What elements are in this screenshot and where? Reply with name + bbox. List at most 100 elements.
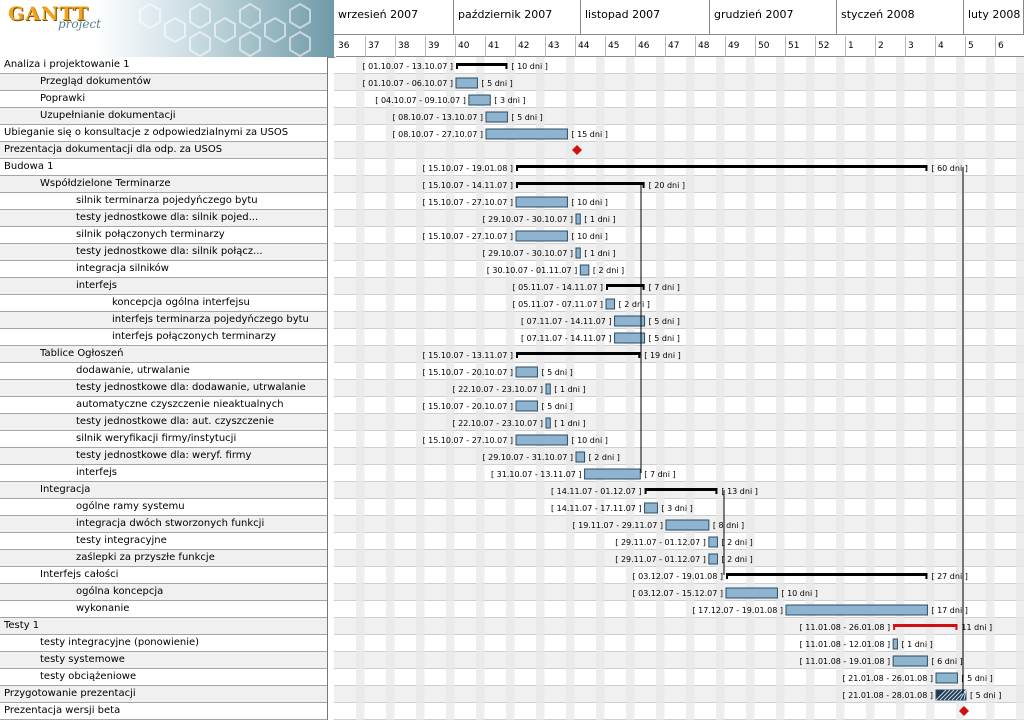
month-header: październik 2007: [454, 0, 581, 35]
task-row[interactable]: silnik terminarza pojedyńczego bytu: [0, 193, 327, 210]
task-name: silnik weryfikacji firmy/instytucji: [76, 433, 237, 444]
task-name: testy jednostkowe dla: silnik pojed...: [76, 212, 259, 223]
task-name: testy obciążeniowe: [40, 671, 137, 682]
summary-bar: [726, 573, 928, 576]
task-row[interactable]: Przygotowanie prezentacji: [0, 686, 327, 703]
summary-bar-end: [642, 182, 645, 188]
task-row[interactable]: Budowa 1: [0, 159, 327, 176]
task-row[interactable]: Uzupełnianie dokumentacji: [0, 108, 327, 125]
task-row[interactable]: interfejs: [0, 278, 327, 295]
task-row[interactable]: testy systemowe: [0, 652, 327, 669]
task-name: ogólne ramy systemu: [76, 501, 185, 512]
task-row[interactable]: testy jednostkowe dla: silnik pojed...: [0, 210, 327, 227]
week-header: 2: [876, 36, 906, 57]
task-name: Prezentacja dokumentacji dla odp. za USO…: [4, 144, 223, 155]
task-name: testy jednostkowe dla: weryf. firmy: [76, 450, 252, 461]
task-duration-label: [ 7 dni ]: [649, 283, 680, 292]
task-duration-label: [ 10 dni ]: [571, 198, 607, 207]
task-bar: [579, 264, 590, 276]
task-name: Poprawki: [40, 93, 86, 104]
summary-bar-start: [606, 284, 608, 290]
task-row[interactable]: Współdzielone Terminarze: [0, 176, 327, 193]
row-background: [334, 210, 1024, 227]
task-row[interactable]: ogólne ramy systemu: [0, 499, 327, 516]
task-row[interactable]: Integracja: [0, 482, 327, 499]
week-header: 50: [756, 36, 786, 57]
task-row[interactable]: integracja dwóch stworzonych funkcji: [0, 516, 327, 533]
week-header: 47: [666, 36, 696, 57]
task-row[interactable]: Analiza i projektowanie 1: [0, 57, 327, 74]
task-date-label: [ 03.12.07 - 15.12.07 ]: [632, 589, 723, 598]
task-name: silnik terminarza pojedyńczego bytu: [76, 195, 258, 206]
summary-bar-start: [516, 352, 518, 358]
week-header: 52: [816, 36, 846, 57]
task-row[interactable]: Tablice Ogłoszeń: [0, 346, 327, 363]
summary-bar-start: [456, 63, 458, 69]
task-date-label: [ 15.10.07 - 27.10.07 ]: [422, 436, 513, 445]
task-duration-label: [ 6 dni ]: [931, 657, 962, 666]
week-header: 1: [846, 36, 876, 57]
task-duration-label: [ 13 dni ]: [721, 487, 757, 496]
task-name: integracja dwóch stworzonych funkcji: [76, 518, 265, 529]
task-row[interactable]: testy jednostkowe dla: dodawanie, utrwal…: [0, 380, 327, 397]
task-row[interactable]: Prezentacja wersji beta: [0, 703, 327, 720]
task-row[interactable]: ogólna koncepcja: [0, 584, 327, 601]
task-duration-label: [ 7 dni ]: [644, 470, 675, 479]
task-row[interactable]: integracja silników: [0, 261, 327, 278]
task-duration-label: [ 5 dni ]: [541, 368, 572, 377]
weekend-stripe: [656, 57, 665, 720]
task-row[interactable]: testy jednostkowe dla: silnik połącz...: [0, 244, 327, 261]
task-date-label: [ 21.01.08 - 28.01.08 ]: [842, 691, 933, 700]
task-name: Integracja: [40, 484, 91, 495]
task-bar: [515, 230, 568, 242]
task-row[interactable]: automatyczne czyszczenie nieaktualnych: [0, 397, 327, 414]
task-name: silnik połączonych terminarzy: [76, 229, 225, 240]
weekend-stripe: [926, 57, 935, 720]
task-bar: [575, 213, 581, 225]
task-bar: [545, 417, 551, 429]
task-bar: [614, 315, 646, 327]
task-row[interactable]: interfejs połączonych terminarzy: [0, 329, 327, 346]
weekend-stripe: [986, 57, 995, 720]
task-row[interactable]: interfejs terminarza pojedyńczego bytu: [0, 312, 327, 329]
task-row[interactable]: testy integracyjne: [0, 533, 327, 550]
task-row[interactable]: Przegląd dokumentów: [0, 74, 327, 91]
task-row[interactable]: testy integracyjne (ponowienie): [0, 635, 327, 652]
task-bar: [605, 298, 616, 310]
task-row[interactable]: Poprawki: [0, 91, 327, 108]
task-row[interactable]: testy obciążeniowe: [0, 669, 327, 686]
timeline-header: wrzesień 2007 październik 2007 listopad 20…: [334, 0, 1024, 57]
task-row[interactable]: Testy 1: [0, 618, 327, 635]
task-row[interactable]: silnik połączonych terminarzy: [0, 227, 327, 244]
task-row[interactable]: koncepcja ogólna interfejsu: [0, 295, 327, 312]
summary-bar-end: [955, 624, 958, 630]
task-row[interactable]: wykonanie: [0, 601, 327, 618]
task-duration-label: [ 10 dni ]: [781, 589, 817, 598]
summary-bar-end: [715, 488, 718, 494]
task-bar: [545, 383, 551, 395]
task-duration-label: [ 5 dni ]: [511, 113, 542, 122]
logo-subtitle: project: [58, 17, 102, 31]
task-row[interactable]: testy jednostkowe dla: aut. czyszczenie: [0, 414, 327, 431]
task-name: Uzupełnianie dokumentacji: [40, 110, 176, 121]
task-duration-label: [ 2 dni ]: [593, 266, 624, 275]
weekend-stripe: [416, 57, 425, 720]
task-row[interactable]: Ubieganie się o konsultacje z odpowiedzi…: [0, 125, 327, 142]
summary-bar-end: [642, 284, 645, 290]
task-row[interactable]: Prezentacja dokumentacji dla odp. za USO…: [0, 142, 327, 159]
task-date-label: [ 29.10.07 - 31.10.07 ]: [482, 453, 573, 462]
task-row[interactable]: testy jednostkowe dla: weryf. firmy: [0, 448, 327, 465]
task-row[interactable]: zaślepki za przyszłe funkcje: [0, 550, 327, 567]
task-name: Tablice Ogłoszeń: [40, 348, 124, 359]
task-name: automatyczne czyszczenie nieaktualnych: [76, 399, 284, 410]
task-row[interactable]: dodawanie, utrwalanie: [0, 363, 327, 380]
task-name: testy systemowe: [40, 654, 125, 665]
month-header: styczeń 2008: [837, 0, 964, 35]
task-row[interactable]: Interfejs całości: [0, 567, 327, 584]
task-duration-label: [ 2 dni ]: [721, 538, 752, 547]
task-row[interactable]: interfejs: [0, 465, 327, 482]
gantt-chart-area: [ 01.10.07 - 13.10.07 ] [ 10 dni ] [ 01.10…: [334, 57, 1024, 720]
weekend-stripe: [836, 57, 845, 720]
task-tree: Analiza i projektowanie 1 Przegląd dokume…: [0, 57, 328, 720]
task-row[interactable]: silnik weryfikacji firmy/instytucji: [0, 431, 327, 448]
